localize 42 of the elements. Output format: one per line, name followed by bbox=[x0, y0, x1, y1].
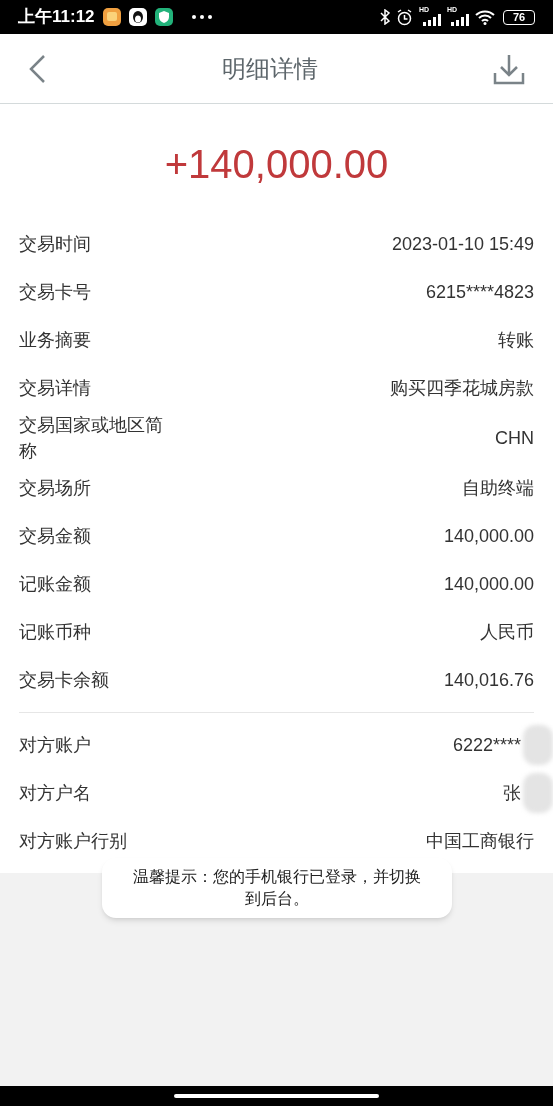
battery-indicator: 76 bbox=[503, 9, 535, 25]
field-label: 交易卡号 bbox=[19, 281, 92, 304]
field-label: 交易详情 bbox=[19, 377, 92, 400]
field-value: 6222**** bbox=[452, 733, 521, 757]
field-value: 140,016.76 bbox=[443, 668, 534, 692]
wifi-icon bbox=[475, 9, 495, 25]
back-icon[interactable] bbox=[28, 53, 46, 84]
field-value: 自助终端 bbox=[462, 476, 534, 500]
field-label: 交易国家或地区简称 bbox=[19, 414, 164, 463]
field-value: CHN bbox=[495, 426, 534, 450]
status-time: 上午11:12 bbox=[18, 6, 95, 29]
field-value: 中国工商银行 bbox=[426, 829, 534, 853]
field-value: 人民币 bbox=[480, 620, 534, 644]
field-label: 对方账户行别 bbox=[19, 830, 128, 853]
field-value: 2023-01-10 15:49 bbox=[391, 232, 534, 256]
field-label: 交易金额 bbox=[19, 525, 92, 548]
field-value: 140,000.00 bbox=[443, 524, 534, 548]
signal-icon bbox=[423, 14, 441, 26]
field-label: 对方户名 bbox=[19, 782, 92, 805]
field-label: 业务摘要 bbox=[19, 329, 92, 352]
field-value: 转账 bbox=[498, 328, 534, 352]
bluetooth-icon bbox=[380, 9, 390, 25]
toast-message: 温馨提示：您的手机银行已登录，并切换到后台。 bbox=[102, 858, 452, 918]
app-icon bbox=[102, 8, 121, 26]
download-icon[interactable] bbox=[493, 52, 525, 85]
page-title: 明细详情 bbox=[220, 53, 319, 84]
signal-icon bbox=[451, 14, 469, 26]
field-value: 张 bbox=[503, 781, 521, 805]
field-value: 购买四季花城房款 bbox=[390, 376, 534, 400]
field-label: 交易卡余额 bbox=[19, 669, 110, 692]
penguin-icon bbox=[128, 8, 147, 26]
shield-icon bbox=[154, 8, 173, 26]
amount-text: +140,000.00 bbox=[163, 141, 390, 188]
field-label: 交易时间 bbox=[19, 233, 92, 256]
field-value: 6215****4823 bbox=[425, 280, 534, 304]
field-label: 记账币种 bbox=[19, 621, 92, 644]
field-value: 140,000.00 bbox=[443, 572, 534, 596]
field-label: 记账金额 bbox=[19, 573, 92, 596]
field-label: 对方账户 bbox=[19, 734, 92, 757]
field-label: 交易场所 bbox=[19, 477, 92, 500]
more-icon bbox=[190, 14, 213, 20]
alarm-icon bbox=[396, 8, 413, 26]
